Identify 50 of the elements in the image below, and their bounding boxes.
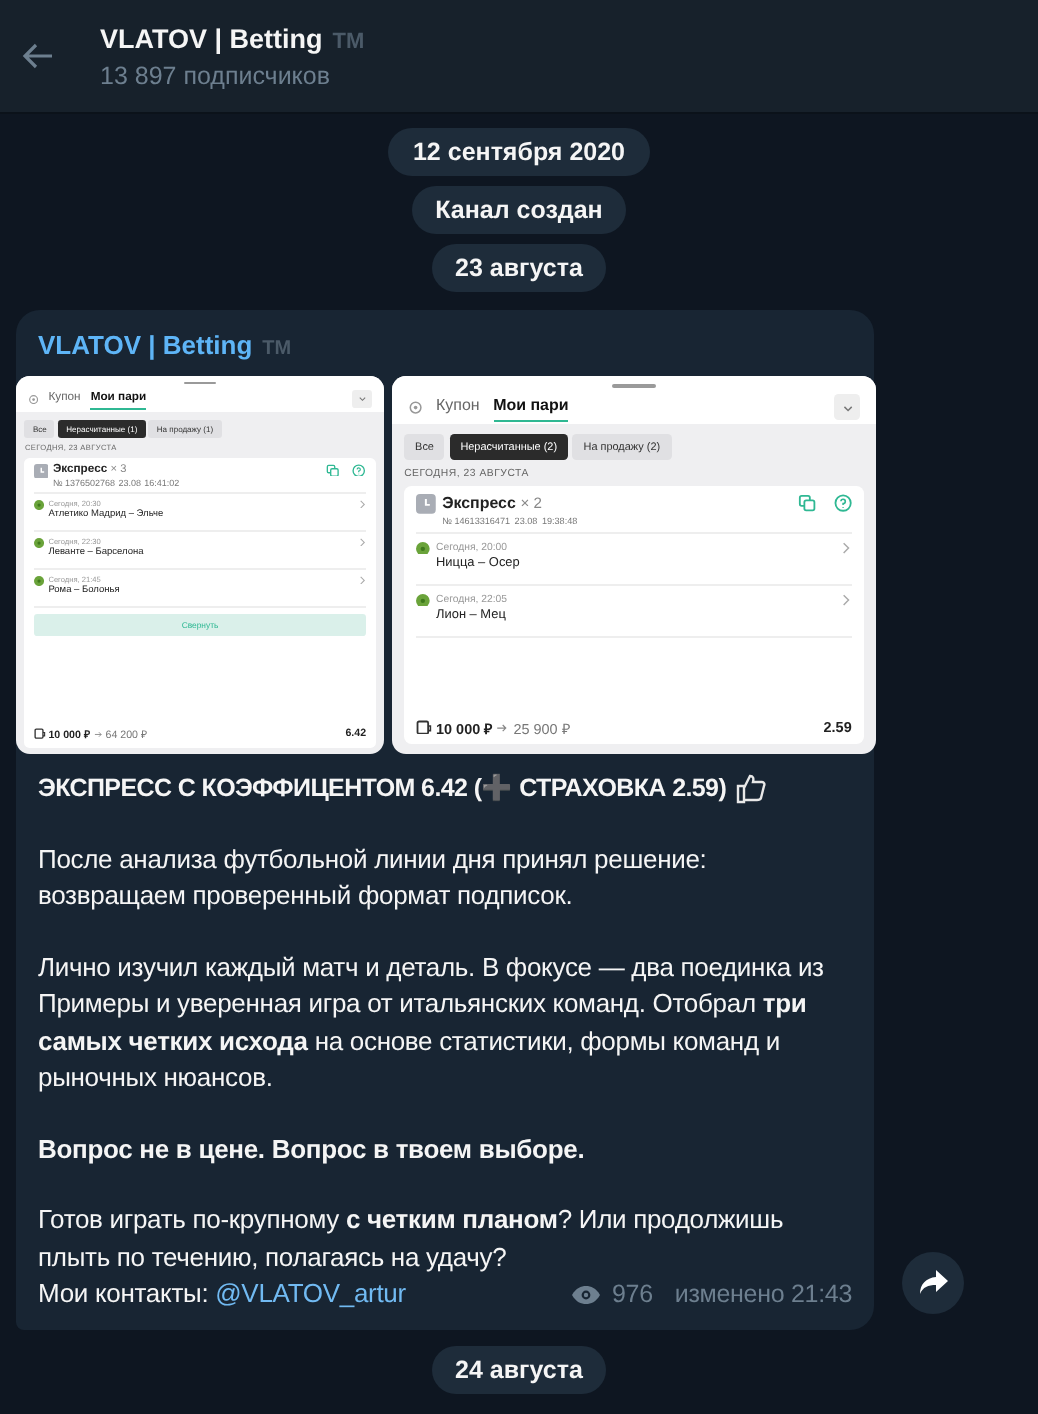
chevron-right-icon bbox=[839, 593, 852, 606]
channel-title: VLATOV | Betting bbox=[100, 23, 323, 53]
subscriber-count: 13 897 подписчиков bbox=[100, 61, 333, 89]
service-message: 23 августа bbox=[431, 244, 607, 292]
forward-button[interactable] bbox=[902, 1251, 964, 1313]
share-arrow-icon bbox=[917, 1268, 949, 1296]
chevron-right-icon bbox=[357, 499, 367, 509]
chevron-down-icon bbox=[841, 401, 854, 414]
eye-icon bbox=[569, 1283, 602, 1306]
back-icon[interactable] bbox=[20, 38, 56, 74]
drag-handle bbox=[183, 381, 217, 385]
post-paragraph: Вопрос не в цене. Вопрос в твоем выборе. bbox=[38, 1131, 587, 1168]
post-paragraph: После анализа футбольной линии дня принял решение: возвращаем проверенный формат подписок. bbox=[38, 841, 709, 914]
ball-icon bbox=[33, 575, 44, 586]
receipt-icon bbox=[33, 728, 46, 740]
ball-icon bbox=[33, 499, 44, 510]
arrow-right-icon bbox=[93, 729, 103, 739]
edited-time: изменено 21:43 bbox=[674, 1278, 852, 1312]
post-headline: ЭКСПРЕСС С КОЭФФИЦЕНТОМ 6.42 (➕ СТРАХОВКА 2.59) bbox=[38, 772, 727, 806]
contacts-text: Мои контакты: @VLATOV_artur bbox=[38, 1276, 406, 1312]
chevron-right-icon bbox=[357, 575, 367, 585]
thumbs-up-icon bbox=[734, 772, 767, 805]
contact-link[interactable]: @VLATOV_artur bbox=[215, 1278, 406, 1308]
service-message: 12 сентября 2020 bbox=[388, 128, 649, 176]
copy-icon[interactable] bbox=[797, 494, 816, 513]
help-icon[interactable] bbox=[833, 494, 852, 513]
help-icon[interactable] bbox=[352, 463, 367, 477]
dropdown-button[interactable] bbox=[352, 389, 373, 408]
drag-handle bbox=[611, 383, 657, 388]
settings-icon bbox=[27, 393, 39, 405]
trademark-label: TM bbox=[332, 29, 365, 53]
clock-icon bbox=[33, 463, 49, 478]
date-separator: 24 августа bbox=[431, 1345, 607, 1393]
chevron-right-icon bbox=[839, 541, 852, 554]
arrow-right-icon bbox=[496, 721, 509, 734]
receipt-icon bbox=[416, 719, 432, 735]
ball-icon bbox=[33, 537, 44, 548]
view-count: 976 bbox=[611, 1278, 653, 1312]
dropdown-button[interactable] bbox=[833, 394, 861, 420]
post-paragraph: Лично изучил каждый матч и деталь. В фокусе — два поединка из Примеры и уверенная игра от итальянских команд. Отобрал три самых четких исхода на основе статистики, формы команд и рыночных нюансов. bbox=[38, 949, 826, 1096]
settings-icon bbox=[407, 399, 423, 415]
post-paragraph: Готов играть по-крупному с четким планом? Или продолжишь плыть по течению, полагаясь на удачу? bbox=[38, 1202, 786, 1276]
chevron-down-icon bbox=[358, 394, 368, 404]
clock-icon bbox=[416, 494, 437, 515]
author-name[interactable]: VLATOV | Betting bbox=[38, 330, 253, 360]
copy-icon[interactable] bbox=[325, 463, 340, 477]
ball-icon bbox=[416, 593, 430, 607]
chevron-right-icon bbox=[357, 537, 367, 547]
ball-icon bbox=[416, 541, 430, 555]
service-message: Канал создан bbox=[411, 186, 627, 234]
